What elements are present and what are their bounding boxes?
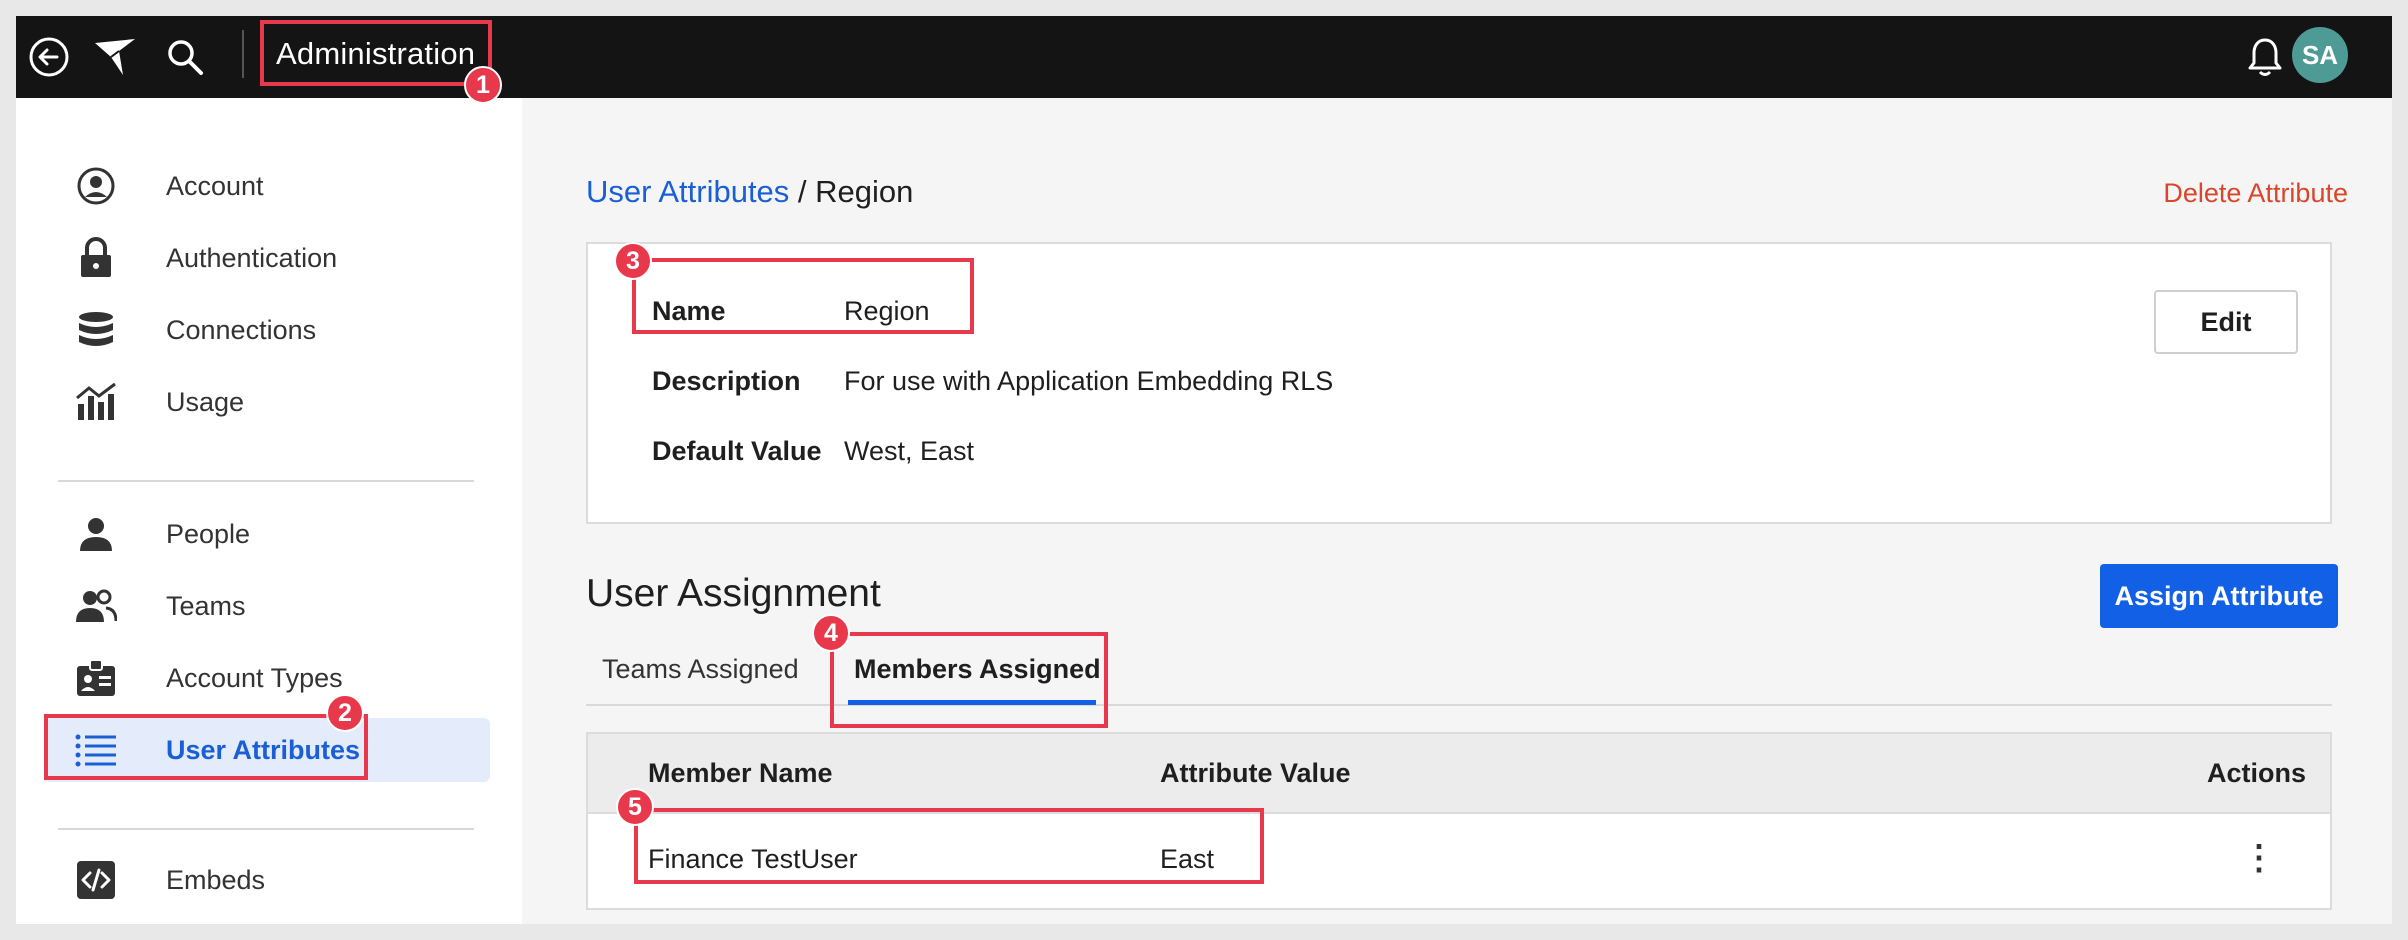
- topbar-divider: [242, 30, 244, 78]
- sidebar-item-authentication[interactable]: Authentication: [44, 226, 490, 290]
- callout-badge-2: 2: [326, 694, 364, 732]
- back-arrow-icon[interactable]: [26, 34, 72, 80]
- more-actions-icon[interactable]: ⋮: [2242, 838, 2276, 878]
- person-icon: [74, 512, 118, 556]
- callout-box-1: [260, 20, 492, 86]
- callout-badge-3: 3: [614, 242, 652, 280]
- sidebar-item-label: Account Types: [166, 662, 343, 693]
- sidebar-item-teams[interactable]: Teams: [44, 574, 490, 638]
- sidebar-item-label: Embeds: [166, 864, 266, 895]
- callout-badge-4: 4: [812, 614, 850, 652]
- sidebar-item-account-types[interactable]: Account Types: [44, 646, 490, 710]
- code-icon: [74, 858, 118, 902]
- sidebar-item-usage[interactable]: Usage: [44, 370, 490, 434]
- callout-badge-1: 1: [464, 66, 502, 104]
- sidebar-item-label: Usage: [166, 386, 245, 417]
- sidebar-item-connections[interactable]: Connections: [44, 298, 490, 362]
- sidebar-item-label: Authentication: [166, 242, 338, 273]
- breadcrumb-current: Region: [815, 174, 914, 209]
- sidebar-item-people[interactable]: People: [44, 502, 490, 566]
- app-logo-icon[interactable]: [92, 34, 138, 80]
- section-title: User Assignment: [586, 572, 881, 615]
- breadcrumb-separator: /: [789, 174, 816, 209]
- breadcrumb-parent-link[interactable]: User Attributes: [586, 174, 789, 209]
- app-window: Administration SA Account Authentication…: [16, 16, 2392, 924]
- assign-attribute-button[interactable]: Assign Attribute: [2100, 564, 2338, 628]
- sidebar-item-label: Teams: [166, 590, 246, 621]
- column-header-attribute-value[interactable]: Attribute Value: [1160, 758, 1351, 789]
- team-icon: [74, 584, 118, 628]
- bell-icon[interactable]: [2242, 34, 2288, 80]
- delete-attribute-link[interactable]: Delete Attribute: [2163, 178, 2348, 209]
- usage-chart-icon: [74, 380, 118, 424]
- account-circle-icon: [74, 164, 118, 208]
- callout-box-5: [634, 808, 1264, 884]
- sidebar-item-embeds[interactable]: Embeds: [44, 848, 490, 912]
- callout-badge-5: 5: [616, 788, 654, 826]
- sidebar-item-label: People: [166, 518, 251, 549]
- column-header-member-name[interactable]: Member Name: [648, 758, 833, 789]
- callout-box-4: [830, 632, 1108, 728]
- detail-value: West, East: [844, 436, 975, 466]
- sidebar-divider: [58, 480, 474, 482]
- tab-teams-assigned[interactable]: Teams Assigned: [602, 654, 799, 685]
- avatar[interactable]: SA: [2292, 27, 2348, 83]
- database-icon: [74, 308, 118, 352]
- detail-key: Default Value: [652, 436, 822, 466]
- main-content: User Attributes / Region Delete Attribut…: [522, 98, 2392, 924]
- breadcrumb: User Attributes / Region: [586, 174, 913, 210]
- lock-icon: [74, 236, 118, 280]
- sidebar-item-label: Connections: [166, 314, 317, 345]
- column-header-actions: Actions: [2206, 758, 2306, 788]
- sidebar: Account Authentication Connections Usage: [16, 98, 522, 924]
- detail-value: For use with Application Embedding RLS: [844, 366, 1334, 396]
- sidebar-item-account[interactable]: Account: [44, 154, 490, 218]
- sidebar-divider: [58, 828, 474, 830]
- edit-button[interactable]: Edit: [2154, 290, 2298, 354]
- search-icon[interactable]: [162, 34, 208, 80]
- callout-box-3: [632, 258, 974, 334]
- table-header: Member Name Attribute Value Actions: [588, 734, 2330, 814]
- sidebar-item-label: Account: [166, 170, 264, 201]
- detail-key: Description: [652, 366, 801, 396]
- id-badge-icon: [74, 656, 118, 700]
- callout-box-2: [44, 714, 368, 780]
